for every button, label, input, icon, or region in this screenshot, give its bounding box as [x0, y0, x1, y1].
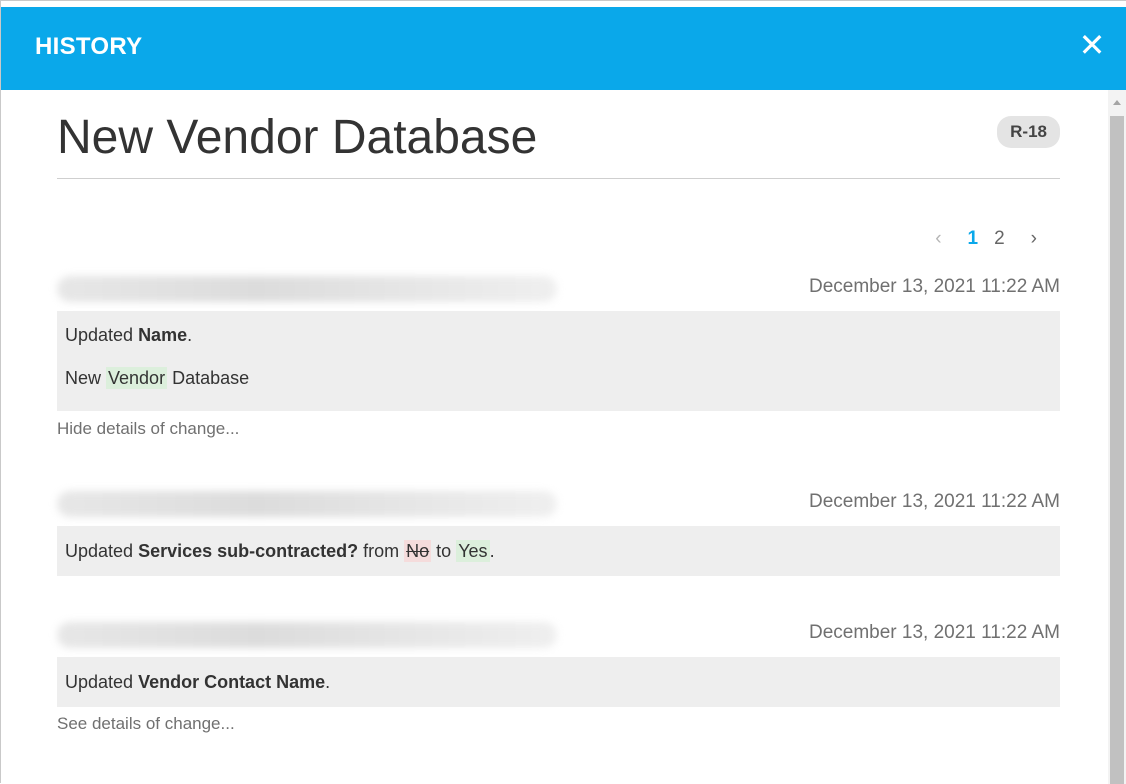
history-content: New Vendor Database R-18 ‹ 1 2 › Decembe…	[1, 90, 1105, 784]
changed-field: Vendor Contact Name	[138, 672, 326, 692]
change-summary: Updated Name.	[65, 325, 193, 345]
page-2-link[interactable]: 2	[994, 228, 1005, 250]
change-summary: Updated Services sub-contracted? from No…	[65, 540, 495, 562]
history-entry: December 13, 2021 11:22 AM Updated Servi…	[57, 491, 1060, 581]
user-name-blurred	[57, 276, 557, 302]
change-box: Updated Vendor Contact Name.	[57, 657, 1060, 707]
old-value: No	[404, 540, 432, 562]
changed-field: Services sub-contracted?	[138, 541, 359, 561]
scroll-up-arrow-icon[interactable]	[1113, 100, 1121, 105]
history-entry: December 13, 2021 11:22 AM Updated Vendo…	[57, 622, 1060, 752]
added-text: Vendor	[106, 367, 168, 389]
entry-timestamp: December 13, 2021 11:22 AM	[808, 276, 1060, 297]
history-dialog: HISTORY ✕ New Vendor Database R-18 ‹ 1 2…	[0, 0, 1126, 784]
dialog-title: HISTORY	[35, 33, 143, 60]
user-name-blurred	[57, 491, 557, 517]
record-title: New Vendor Database	[57, 111, 538, 164]
change-detail: New Vendor Database	[65, 367, 250, 389]
history-entry: December 13, 2021 11:22 AM Updated Name.…	[57, 276, 1060, 446]
new-value: Yes	[456, 540, 490, 562]
changed-field: Name	[138, 325, 188, 345]
entry-timestamp: December 13, 2021 11:22 AM	[808, 491, 1060, 512]
next-page-button[interactable]: ›	[1031, 228, 1037, 250]
user-name-blurred	[57, 622, 557, 648]
vertical-scrollbar[interactable]	[1108, 90, 1126, 784]
see-details-link[interactable]: See details of change...	[57, 714, 235, 734]
change-box: Updated Services sub-contracted? from No…	[57, 526, 1060, 576]
change-box: Updated Name. New Vendor Database	[57, 311, 1060, 411]
dialog-header: HISTORY ✕	[1, 7, 1126, 90]
record-id-badge: R-18	[997, 116, 1060, 148]
change-summary: Updated Vendor Contact Name.	[65, 672, 331, 692]
page-1-link[interactable]: 1	[968, 228, 979, 250]
title-divider	[57, 178, 1060, 179]
hide-details-link[interactable]: Hide details of change...	[57, 419, 239, 439]
entry-timestamp: December 13, 2021 11:22 AM	[808, 622, 1060, 643]
prev-page-button[interactable]: ‹	[935, 228, 941, 250]
scroll-thumb[interactable]	[1110, 116, 1124, 784]
pagination: ‹ 1 2 ›	[935, 228, 1037, 250]
close-icon[interactable]: ✕	[1077, 27, 1107, 63]
